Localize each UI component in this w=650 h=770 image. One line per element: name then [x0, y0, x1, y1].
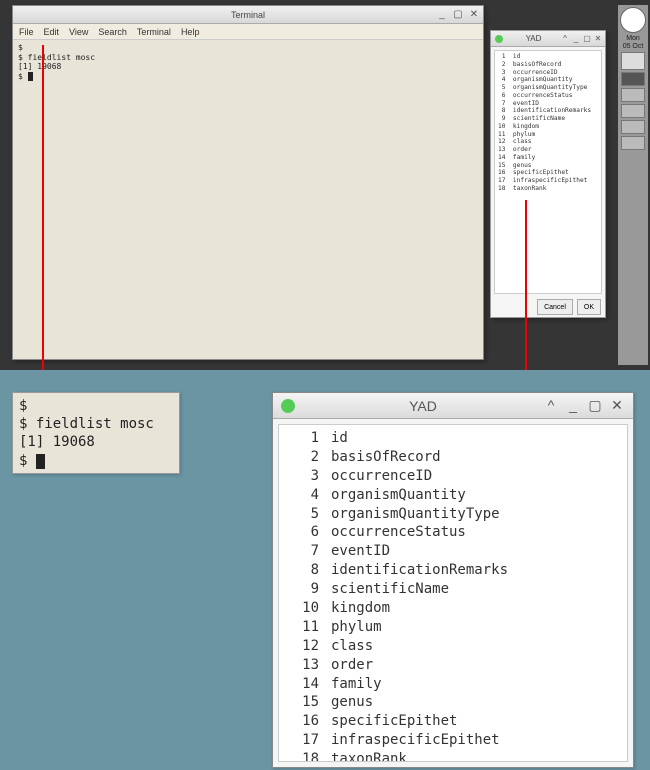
list-item[interactable]: 8identificationRemarks [287, 561, 619, 580]
terminal-title: Terminal [13, 10, 483, 20]
terminal-line: [1] 19068 [18, 62, 61, 71]
rollup-button[interactable]: ^ [543, 397, 559, 414]
arrow-icon [42, 45, 44, 383]
yad-titlebar[interactable]: YAD ^ _ ▢ ✕ [491, 31, 605, 47]
terminal-window[interactable]: Terminal _ ▢ ✕ File Edit View Search Ter… [12, 5, 484, 360]
list-item[interactable]: 6 occurrenceStatus [498, 92, 598, 100]
terminal-titlebar[interactable]: Terminal _ ▢ ✕ [13, 6, 483, 24]
close-button[interactable]: ✕ [593, 34, 603, 43]
terminal-line: $ fieldlist mosc [19, 416, 154, 432]
maximize-button[interactable]: ▢ [582, 34, 592, 43]
list-item[interactable]: 13order [287, 656, 619, 675]
list-item[interactable]: 17 infraspecificEpithet [498, 177, 598, 185]
rollup-button[interactable]: ^ [560, 34, 570, 43]
list-item[interactable]: 18taxonRank [287, 750, 619, 762]
maximize-button[interactable]: ▢ [451, 7, 465, 21]
tray-item[interactable] [621, 120, 645, 134]
list-item[interactable]: 5organismQuantityType [287, 505, 619, 524]
maximize-button[interactable]: ▢ [587, 397, 603, 414]
terminal-body[interactable]: $ $ fieldlist mosc [1] 19068 $ [13, 40, 483, 84]
terminal-line: $ [19, 453, 36, 469]
app-icon [495, 35, 503, 43]
list-item[interactable]: 14 family [498, 154, 598, 162]
terminal-line: $ [19, 398, 27, 414]
minimize-button[interactable]: _ [571, 34, 581, 43]
panel-date: Mon05 Oct [623, 35, 644, 50]
list-item[interactable]: 11phylum [287, 618, 619, 637]
terminal-line: $ fieldlist mosc [18, 53, 95, 62]
list-item[interactable]: 14family [287, 675, 619, 694]
list-item[interactable]: 3 occurrenceID [498, 69, 598, 77]
list-item[interactable]: 10kingdom [287, 599, 619, 618]
window-controls: ^ _ ▢ ✕ [543, 397, 625, 414]
menu-terminal[interactable]: Terminal [137, 27, 171, 37]
tray-item[interactable] [621, 88, 645, 102]
menu-file[interactable]: File [19, 27, 34, 37]
list-item[interactable]: 10 kingdom [498, 123, 598, 131]
list-item[interactable]: 1 id [498, 53, 598, 61]
list-item[interactable]: 7 eventID [498, 100, 598, 108]
list-item[interactable]: 9 scientificName [498, 115, 598, 123]
list-item[interactable]: 7eventID [287, 542, 619, 561]
list-item[interactable]: 13 order [498, 146, 598, 154]
list-item[interactable]: 17infraspecificEpithet [287, 731, 619, 750]
side-panel: Mon05 Oct [618, 5, 648, 365]
list-item[interactable]: 16specificEpithet [287, 712, 619, 731]
clock-icon[interactable] [620, 7, 646, 33]
list-item[interactable]: 5 organismQuantityType [498, 84, 598, 92]
tray-item[interactable] [621, 104, 645, 118]
list-item[interactable]: 2basisOfRecord [287, 448, 619, 467]
menu-edit[interactable]: Edit [44, 27, 60, 37]
list-item[interactable]: 3occurrenceID [287, 467, 619, 486]
window-controls: ^ _ ▢ ✕ [560, 34, 603, 43]
list-item[interactable]: 4 organismQuantity [498, 76, 598, 84]
list-item[interactable]: 18 taxonRank [498, 185, 598, 193]
list-item[interactable]: 12class [287, 637, 619, 656]
ok-button[interactable]: OK [577, 299, 601, 315]
yad-dialog-zoom[interactable]: YAD ^ _ ▢ ✕ 1id2basisOfRecord3occurrence… [272, 392, 634, 768]
terminal-zoom: $ $ fieldlist mosc [1] 19068 $ [12, 392, 180, 474]
cancel-button[interactable]: Cancel [537, 299, 573, 315]
yad-button-row: Cancel OK [491, 297, 605, 317]
minimize-button[interactable]: _ [565, 397, 581, 414]
list-item[interactable]: 8 identificationRemarks [498, 107, 598, 115]
arrow-icon [525, 200, 527, 382]
desktop-background: Terminal _ ▢ ✕ File Edit View Search Ter… [0, 0, 650, 370]
list-item[interactable]: 12 class [498, 138, 598, 146]
tray-item[interactable] [621, 52, 645, 70]
tray-item[interactable] [621, 72, 645, 86]
close-button[interactable]: ✕ [467, 7, 481, 21]
window-controls: _ ▢ ✕ [435, 7, 481, 21]
close-button[interactable]: ✕ [609, 397, 625, 414]
yad-title: YAD [303, 398, 543, 414]
list-item[interactable]: 9scientificName [287, 580, 619, 599]
list-item[interactable]: 6occurrenceStatus [287, 523, 619, 542]
cursor-icon [28, 72, 33, 81]
yad-list-small[interactable]: 1 id 2 basisOfRecord 3 occurrenceID 4 or… [494, 50, 602, 294]
app-icon [281, 399, 295, 413]
minimize-button[interactable]: _ [435, 7, 449, 21]
list-item[interactable]: 15 genus [498, 162, 598, 170]
cursor-icon [36, 454, 45, 469]
menu-help[interactable]: Help [181, 27, 200, 37]
terminal-menubar: File Edit View Search Terminal Help [13, 24, 483, 40]
menu-view[interactable]: View [69, 27, 88, 37]
zoom-area: $ $ fieldlist mosc [1] 19068 $ YAD ^ _ ▢… [0, 370, 650, 770]
list-item[interactable]: 16 specificEpithet [498, 169, 598, 177]
terminal-line: $ [18, 72, 28, 81]
terminal-line: [1] 19068 [19, 434, 95, 450]
list-item[interactable]: 15genus [287, 693, 619, 712]
tray-item[interactable] [621, 136, 645, 150]
menu-search[interactable]: Search [98, 27, 127, 37]
terminal-line: $ [18, 43, 23, 52]
yad-dialog-small[interactable]: YAD ^ _ ▢ ✕ 1 id 2 basisOfRecord 3 occur… [490, 30, 606, 318]
list-item[interactable]: 4organismQuantity [287, 486, 619, 505]
yad-title: YAD [507, 34, 560, 43]
list-item[interactable]: 2 basisOfRecord [498, 61, 598, 69]
list-item[interactable]: 1id [287, 429, 619, 448]
list-item[interactable]: 11 phylum [498, 131, 598, 139]
yad-list-zoom[interactable]: 1id2basisOfRecord3occurrenceID4organismQ… [278, 424, 628, 762]
yad-titlebar[interactable]: YAD ^ _ ▢ ✕ [273, 393, 633, 419]
